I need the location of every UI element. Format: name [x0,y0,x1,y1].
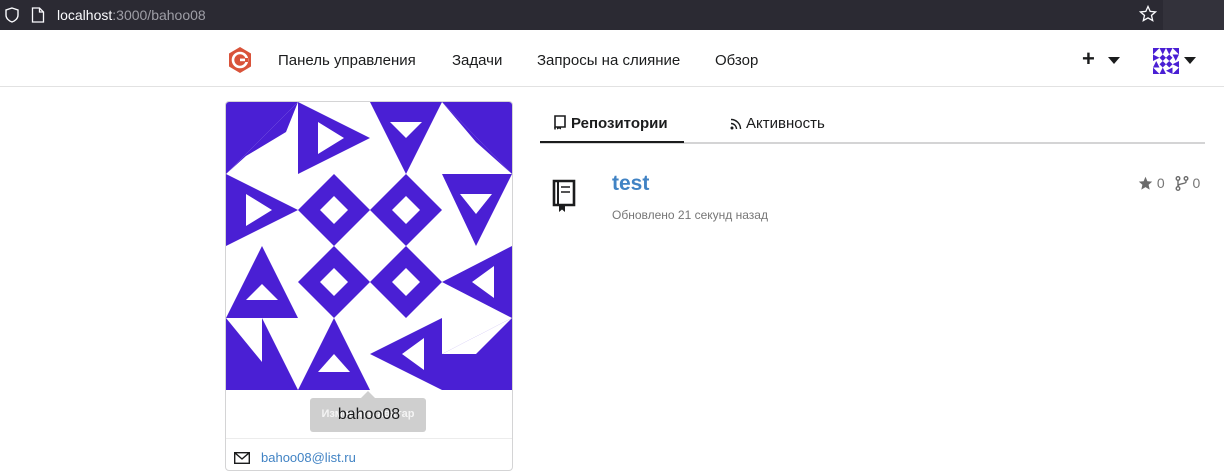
envelope-icon [234,452,250,464]
bookmark-star-icon[interactable] [1139,5,1157,23]
repo-stars-count: 0 [1156,175,1165,192]
profile-email-link[interactable]: bahoo08@list.ru [261,450,356,465]
user-avatar[interactable] [1153,48,1179,74]
browser-side-panel [1163,0,1224,30]
tab-activity[interactable]: Активность [730,115,825,133]
repo-forks-count: 0 [1192,175,1201,192]
gitea-logo-icon[interactable] [226,46,254,74]
repo-stats: 0 0 [1138,174,1200,191]
active-tab-indicator [540,141,684,143]
create-new-button[interactable]: + [1082,47,1095,71]
user-menu-chevron-down-icon[interactable] [1184,57,1196,64]
tab-activity-label: Активность [746,115,825,132]
tab-repositories[interactable]: Репозитории [553,115,668,133]
url-path: :3000/bahoo08 [112,7,206,23]
create-menu-chevron-down-icon[interactable] [1108,57,1120,64]
repo-updated-time: Обновлено 21 секунд назад [612,208,768,222]
card-divider [226,438,512,439]
nav-explore[interactable]: Обзор [715,51,758,71]
tooltip-arrow [361,391,375,398]
repo-book-icon [552,179,576,212]
profile-avatar[interactable] [226,102,512,390]
browser-toolbar: localhost:3000/bahoo08 [0,0,1224,30]
profile-username: bahoo08 [337,406,401,423]
fork-icon[interactable] [1175,175,1189,191]
nav-dashboard[interactable]: Панель управления [278,51,416,71]
shield-icon[interactable] [4,7,20,23]
profile-tabs: Репозитории Активность [540,101,1205,144]
address-bar[interactable]: localhost:3000/bahoo08 [57,6,206,24]
nav-issues[interactable]: Задачи [452,51,502,71]
repo-icon [554,115,566,130]
repo-name-link[interactable]: test [612,172,649,196]
rss-icon [730,118,742,130]
page-icon [31,7,45,23]
tab-repositories-label: Репозитории [571,115,668,132]
star-icon[interactable] [1138,176,1153,191]
url-host: localhost [57,7,113,23]
nav-pull-requests[interactable]: Запросы на слияние [537,51,680,71]
